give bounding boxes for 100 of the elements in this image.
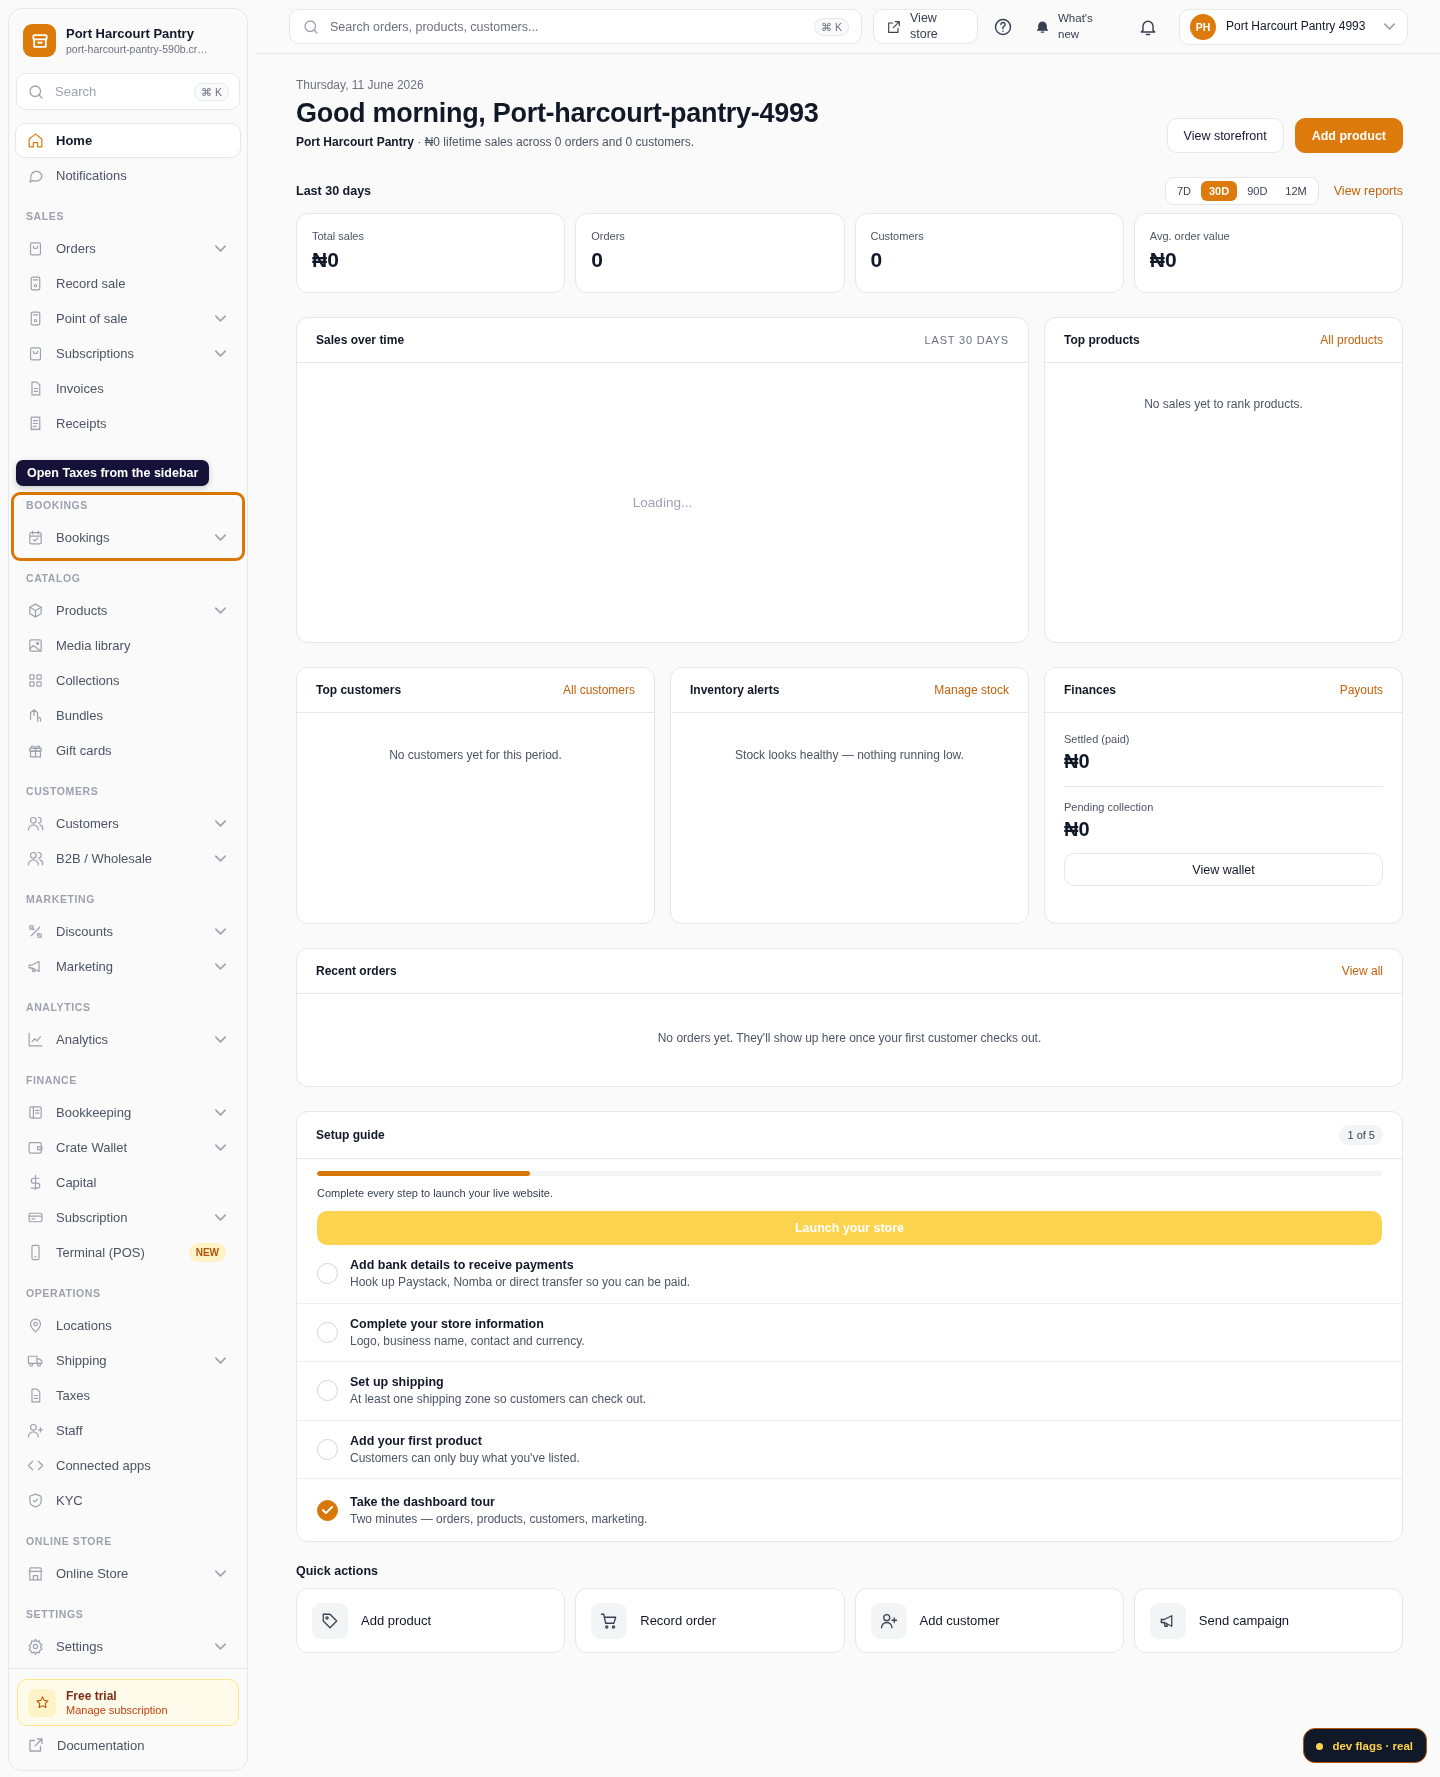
sidebar-item[interactable]: Orders bbox=[15, 231, 241, 266]
sidebar-item[interactable]: Bookings bbox=[15, 520, 241, 555]
sidebar-item[interactable]: Notifications bbox=[15, 158, 241, 193]
stat-label: Orders bbox=[591, 230, 626, 242]
sidebar-item[interactable]: Terminal (POS) NEW bbox=[15, 1235, 241, 1270]
period-tab[interactable]: 7D bbox=[1168, 181, 1199, 201]
help-icon bbox=[993, 16, 1013, 37]
sidebar-item[interactable]: Marketing bbox=[15, 949, 241, 984]
section-heading: OPERATIONS bbox=[25, 1286, 102, 1301]
step-description: Two minutes — orders, products, customers, marketing. bbox=[350, 1511, 648, 1526]
sidebar-item[interactable]: Collections bbox=[15, 663, 241, 698]
sidebar-item[interactable]: Connected apps bbox=[15, 1448, 241, 1483]
view-wallet-button[interactable]: View wallet bbox=[1064, 853, 1383, 886]
search-icon bbox=[302, 17, 320, 36]
section-heading: CUSTOMERS bbox=[25, 784, 100, 799]
tag-icon bbox=[321, 1611, 339, 1630]
sidebar-item[interactable]: Subscription bbox=[15, 1200, 241, 1235]
sidebar-item[interactable]: Discounts bbox=[15, 914, 241, 949]
search-field[interactable]: Search orders, products, customers... ⌘ K bbox=[289, 9, 862, 44]
shopping-cart-icon bbox=[600, 1611, 619, 1630]
sidebar-item[interactable]: Home bbox=[15, 123, 241, 158]
help-button[interactable] bbox=[993, 16, 1013, 37]
balance-label: Settled (paid) bbox=[1064, 733, 1131, 745]
sidebar-item[interactable]: Locations bbox=[15, 1308, 241, 1343]
payouts-link[interactable]: Payouts bbox=[1339, 683, 1383, 697]
users-icon bbox=[27, 815, 44, 832]
page-title: Good morning, Port-harcourt-pantry-4993 bbox=[296, 98, 819, 129]
user-plus-icon bbox=[879, 1611, 898, 1630]
account-menu[interactable]: PH Port Harcourt Pantry 4993 bbox=[1179, 8, 1408, 45]
card-title: Top products bbox=[1064, 333, 1140, 347]
shortcut-hint: ⌘ K bbox=[814, 17, 849, 36]
trial-title: Free trial bbox=[66, 1689, 118, 1703]
trial-card[interactable]: Free trial Manage subscription bbox=[17, 1679, 239, 1726]
sidebar-item[interactable]: Products bbox=[15, 593, 241, 628]
check-circle[interactable] bbox=[317, 1499, 338, 1521]
stat-value: 0 bbox=[870, 248, 884, 272]
sidebar-item[interactable]: Settings bbox=[15, 1629, 241, 1664]
store-logo[interactable] bbox=[23, 24, 56, 57]
sidebar-item[interactable]: Subscriptions bbox=[15, 336, 241, 371]
period-tab[interactable]: 90D bbox=[1239, 181, 1276, 201]
stat-label: Total sales bbox=[312, 230, 365, 242]
star-icon bbox=[34, 1695, 50, 1710]
step-description: Logo, business name, contact and currency. bbox=[350, 1333, 585, 1348]
manage-subscription-link[interactable]: Manage subscription bbox=[66, 1704, 168, 1716]
sidebar-item[interactable]: Customers bbox=[15, 806, 241, 841]
sidebar-item[interactable]: Taxes bbox=[15, 1378, 241, 1413]
step-title: Set up shipping bbox=[350, 1375, 445, 1390]
sidebar-item[interactable]: B2B / Wholesale bbox=[15, 841, 241, 876]
view-storefront-button[interactable]: View storefront bbox=[1166, 118, 1284, 153]
view-reports-link[interactable]: View reports bbox=[1333, 184, 1403, 198]
quick-action-button[interactable]: Add product bbox=[296, 1588, 566, 1653]
all-products-link[interactable]: All products bbox=[1320, 333, 1383, 347]
section-heading: FINANCE bbox=[25, 1073, 78, 1088]
sidebar-item[interactable]: Record sale bbox=[15, 266, 241, 301]
view-store-button[interactable]: View store bbox=[873, 9, 978, 44]
wallet-icon bbox=[27, 1139, 44, 1156]
sidebar-item[interactable]: Point of sale bbox=[15, 301, 241, 336]
step-description: Hook up Paystack, Nomba or direct transfer so you can be paid. bbox=[350, 1275, 691, 1290]
quick-action-button[interactable]: Record order bbox=[575, 1588, 845, 1653]
cube-icon bbox=[27, 602, 44, 619]
sidebar-item[interactable]: Crate Wallet bbox=[15, 1130, 241, 1165]
search-icon bbox=[27, 82, 45, 101]
search-field[interactable]: Search ⌘ K bbox=[16, 73, 240, 110]
sidebar-item[interactable]: Analytics bbox=[15, 1022, 241, 1057]
all-customers-link[interactable]: All customers bbox=[562, 683, 635, 697]
progress-count: 1 of 5 bbox=[1339, 1125, 1383, 1145]
sidebar-item[interactable]: Staff bbox=[15, 1413, 241, 1448]
quick-action-button[interactable]: Send campaign bbox=[1133, 1588, 1403, 1653]
sidebar-item[interactable]: Media library bbox=[15, 628, 241, 663]
summary-text: Port Harcourt Pantry · ₦0 lifetime sales across 0 orders and 0 customers. bbox=[296, 135, 696, 149]
empty-state-text: No orders yet. They'll show up here once your first customer checks out. bbox=[656, 1031, 1043, 1045]
sidebar-item[interactable]: Shipping bbox=[15, 1343, 241, 1378]
user-plus-icon bbox=[27, 1422, 44, 1439]
shopping-bag-icon bbox=[27, 240, 44, 257]
whats-new-button[interactable]: What's new bbox=[1035, 11, 1098, 42]
view-all-link[interactable]: View all bbox=[1341, 964, 1383, 978]
store-name: Port Harcourt Pantry bbox=[66, 26, 195, 41]
sidebar-item[interactable]: Receipts bbox=[15, 406, 241, 441]
sidebar-item[interactable]: Bundles bbox=[15, 698, 241, 733]
dev-flags-badge[interactable]: dev flags · real bbox=[1303, 1728, 1427, 1763]
sidebar-item[interactable]: KYC bbox=[15, 1483, 241, 1518]
card-title: Sales over time bbox=[316, 333, 405, 347]
sidebar-item[interactable]: Capital bbox=[15, 1165, 241, 1200]
sidebar-item[interactable]: Gift cards bbox=[15, 733, 241, 768]
sidebar-item[interactable]: Online Store bbox=[15, 1556, 241, 1591]
helper-text: Complete every step to launch your live website. bbox=[317, 1187, 554, 1199]
quick-action-button[interactable]: Add customer bbox=[854, 1588, 1124, 1653]
loading-text: Loading... bbox=[632, 495, 693, 510]
settings-icon bbox=[27, 1638, 44, 1655]
sidebar-item[interactable]: Bookkeeping bbox=[15, 1095, 241, 1130]
sidebar-item[interactable]: Invoices bbox=[15, 371, 241, 406]
section-heading: ONLINE STORE bbox=[25, 1534, 113, 1549]
stat-label: Customers bbox=[870, 230, 925, 242]
manage-stock-link[interactable]: Manage stock bbox=[934, 683, 1009, 697]
documentation-link[interactable]: Documentation bbox=[17, 1726, 239, 1764]
card-title: Finances bbox=[1064, 683, 1117, 697]
section-heading: SETTINGS bbox=[25, 1607, 85, 1622]
stat-value: ₦0 bbox=[1149, 248, 1178, 272]
bell-icon bbox=[1035, 19, 1050, 34]
period-tab[interactable]: 12M bbox=[1277, 181, 1315, 201]
